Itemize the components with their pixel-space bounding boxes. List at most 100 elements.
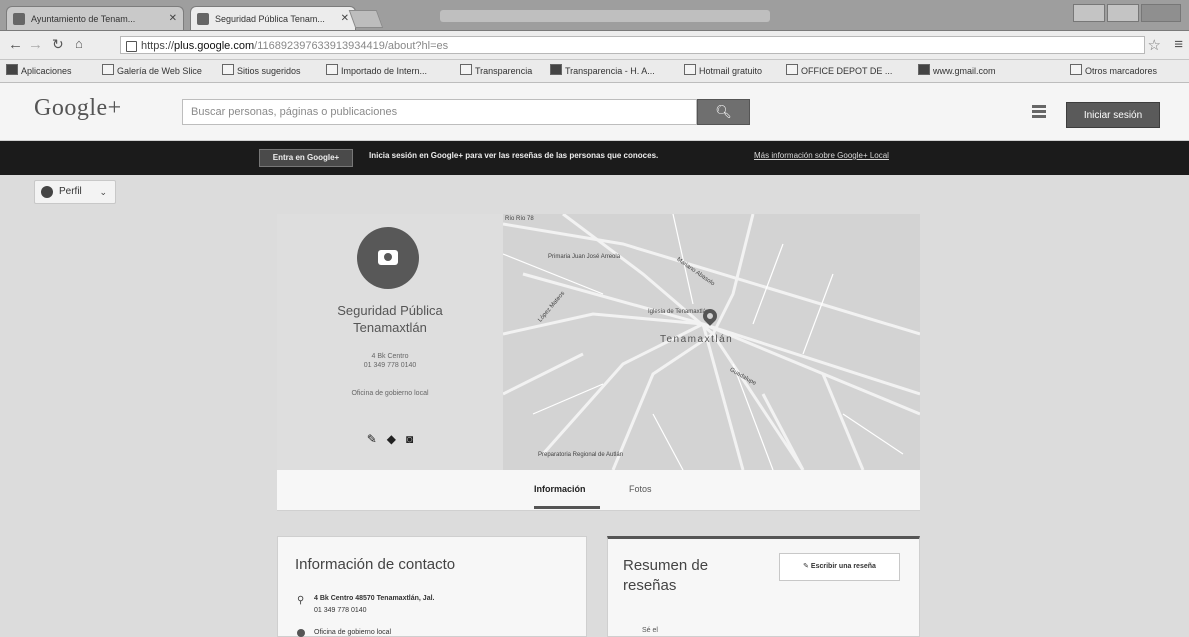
profile-dropdown-label: Perfil [59, 186, 82, 197]
gplus-logo[interactable]: Google+ [34, 95, 122, 122]
business-name-line1: Seguridad Pública [337, 303, 443, 318]
directions-icon[interactable]: ◆ [387, 432, 396, 446]
browser-tab-seguridad[interactable]: Seguridad Pública Tenam... ✕ [190, 6, 356, 30]
maximize-button[interactable] [1107, 4, 1139, 22]
banner-text: Inicia sesión en Google+ para ver las re… [369, 151, 659, 160]
bookmark-item[interactable]: Galería de Web Slice [102, 60, 202, 82]
url-field[interactable]: https://plus.google.com/1168923976339139… [120, 36, 1145, 54]
bookmarks-bar: Aplicaciones Galería de Web Slice Sitios… [0, 60, 1189, 83]
close-window-button[interactable] [1141, 4, 1181, 22]
business-name: Seguridad Pública Tenamaxtlán [277, 302, 503, 336]
close-tab-icon[interactable]: ✕ [341, 7, 349, 30]
folder-icon [326, 64, 338, 75]
write-review-button[interactable]: ✎ Escribir una reseña [779, 553, 900, 581]
gplus-header: Google+ 🔍︎ Iniciar sesión [0, 83, 1189, 141]
contact-phone: 01 349 778 0140 [314, 607, 367, 614]
join-gplus-button[interactable]: Entra en Google+ [259, 149, 353, 167]
contact-category: Oficina de gobierno local [314, 629, 392, 636]
business-address-line1: 4 Bk Centro [371, 353, 409, 360]
signin-button[interactable]: Iniciar sesión [1066, 102, 1160, 128]
pencil-icon: ✎ [803, 563, 809, 570]
minimize-button[interactable] [1073, 4, 1105, 22]
bookmark-label: OFFICE DEPOT DE ... [801, 66, 893, 76]
page-icon [684, 64, 696, 75]
apps-icon [6, 64, 18, 75]
browser-menu-icon[interactable]: ≡ [1174, 36, 1183, 53]
close-tab-icon[interactable]: ✕ [169, 7, 177, 30]
browser-tab-bar: Ayuntamiento de Tenam... ✕ Seguridad Púb… [0, 0, 1189, 31]
tab-fotos[interactable]: Fotos [629, 484, 652, 494]
tab-informacion[interactable]: Información [534, 484, 586, 494]
bookmark-label: www.gmail.com [933, 66, 996, 76]
reviews-title: Resumen de reseñas [623, 556, 708, 596]
bookmark-item[interactable]: Aplicaciones [6, 60, 72, 82]
banner-learn-more-link[interactable]: Más información sobre Google+ Local [754, 151, 889, 160]
bookmark-star-icon[interactable]: ☆ [1148, 36, 1161, 54]
url-host: plus.google.com [174, 40, 255, 52]
bookmark-item[interactable]: Sitios sugeridos [222, 60, 301, 82]
tab-favicon-icon [197, 13, 209, 25]
bookmark-label: Transparencia [475, 66, 533, 76]
camera-icon[interactable]: ◙ [406, 432, 413, 446]
business-phone: 01 349 778 0140 [363, 362, 417, 369]
map-label: Primaria Juan José Arreola [548, 254, 621, 260]
business-address: 4 Bk Centro 01 349 778 0140 [277, 352, 503, 370]
search-input[interactable] [182, 99, 697, 125]
tab-favicon-icon [13, 13, 25, 25]
contact-info-card: Información de contacto ⚲ 4 Bk Centro 48… [277, 536, 587, 637]
window-controls [1071, 4, 1181, 22]
url-scheme: https:// [141, 40, 175, 52]
location-pin-icon: ⚲ [297, 595, 305, 606]
tab-label: Ayuntamiento de Tenam... [31, 14, 136, 24]
contact-address: 4 Bk Centro 48570 Tenamaxtlán, Jal. 01 3… [314, 593, 434, 617]
reviews-note: Sé el [642, 627, 658, 634]
address-bar-row: ← → ↻ ⌂ https://plus.google.com/11689239… [0, 31, 1189, 60]
reviews-summary-card: Resumen de reseñas ✎ Escribir una reseña… [607, 536, 920, 637]
bookmark-item[interactable]: Hotmail gratuito [684, 60, 762, 82]
signin-banner: Entra en Google+ Inicia sesión en Google… [0, 141, 1189, 175]
forward-arrow-icon[interactable]: → [28, 36, 43, 53]
bookmark-item[interactable]: Transparencia [460, 60, 532, 82]
category-icon [297, 629, 305, 637]
back-arrow-icon[interactable]: ← [8, 36, 23, 53]
bookmark-label: Otros marcadores [1085, 66, 1158, 76]
bookmark-label: Sitios sugeridos [237, 66, 301, 76]
apps-grid-icon[interactable] [1032, 105, 1046, 119]
map-city-label: Tenamaxtlán [660, 334, 734, 345]
bookmark-item[interactable]: Importado de Intern... [326, 60, 427, 82]
folder-icon [1070, 64, 1082, 75]
profile-dropdown[interactable]: Perfil ⌄ [34, 180, 116, 204]
other-bookmarks[interactable]: Otros marcadores [1070, 60, 1157, 82]
tab-label: Seguridad Pública Tenam... [215, 14, 325, 24]
page-icon [102, 64, 114, 75]
search-icon: 🔍︎ [715, 104, 732, 119]
location-map[interactable]: Río Río 78 Primaria Juan José Arreola Ma… [503, 214, 920, 470]
bookmark-label: Galería de Web Slice [117, 66, 202, 76]
map-label: Preparatoria Regional de Autlán [538, 452, 624, 458]
page-icon [918, 64, 930, 75]
reload-icon[interactable]: ↻ [52, 36, 64, 53]
globe-icon [460, 64, 472, 75]
map-label: Iglesia de Tenamaxtlán [648, 309, 710, 315]
home-icon[interactable]: ⌂ [75, 36, 83, 51]
new-tab-button[interactable] [348, 10, 384, 28]
chevron-down-icon: ⌄ [99, 187, 107, 197]
page-icon [786, 64, 798, 75]
bookmark-item[interactable]: Transparencia - H. A... [550, 60, 655, 82]
url-path: /116892397633913934419/about?hl=es [254, 40, 449, 52]
bookmark-label: Importado de Intern... [341, 66, 428, 76]
page-tabs: Información Fotos [277, 470, 920, 511]
camera-icon [378, 250, 398, 265]
lock-icon [126, 41, 137, 52]
contact-title: Información de contacto [295, 556, 456, 573]
reviews-title-line1: Resumen de [623, 557, 709, 574]
bookmark-item[interactable]: OFFICE DEPOT DE ... [786, 60, 892, 82]
bookmark-label: Hotmail gratuito [699, 66, 763, 76]
reviews-title-line2: reseñas [623, 577, 677, 594]
search-button[interactable]: 🔍︎ [697, 99, 750, 125]
browser-tab-ayuntamiento[interactable]: Ayuntamiento de Tenam... ✕ [6, 6, 184, 30]
profile-photo-placeholder[interactable] [357, 227, 419, 289]
bookmark-item[interactable]: www.gmail.com [918, 60, 996, 82]
edit-pencil-icon[interactable]: ✎ [367, 432, 377, 446]
avatar-icon [41, 186, 53, 198]
